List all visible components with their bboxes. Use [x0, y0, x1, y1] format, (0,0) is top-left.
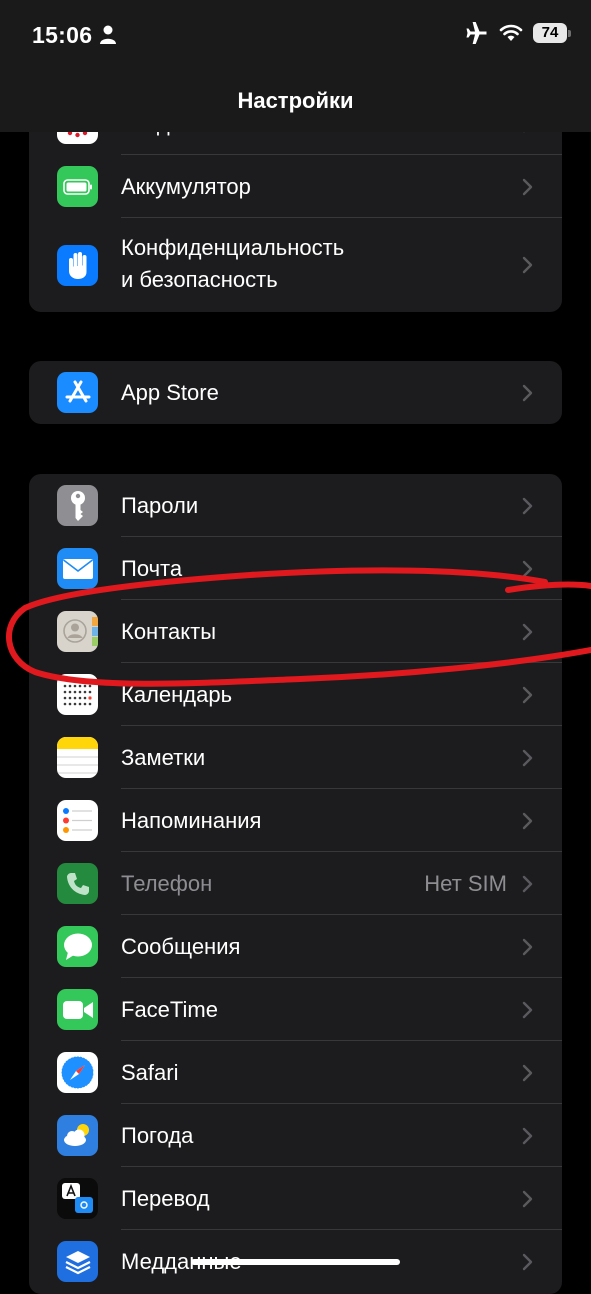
translate-icon [57, 1178, 98, 1219]
health-records-icon [57, 1241, 98, 1282]
privacy-label-line1: Конфиденциальность [121, 235, 345, 260]
chevron-right-icon [522, 384, 533, 401]
settings-row-facetime[interactable]: FaceTime [29, 978, 562, 1041]
navigation-bar: Настройки [0, 70, 591, 132]
phone-icon [57, 863, 98, 904]
airplane-mode-icon [466, 22, 487, 44]
chevron-right-icon [522, 623, 533, 640]
chevron-right-icon [522, 1253, 533, 1270]
envelope-icon [57, 548, 98, 589]
reminders-icon [57, 800, 98, 841]
settings-row-label: Safari [121, 1059, 179, 1085]
weather-icon [57, 1115, 98, 1156]
settings-row-label: FaceTime [121, 996, 218, 1022]
settings-row-label: App Store [121, 379, 219, 405]
settings-row-label: Почта [121, 555, 183, 581]
notes-icon [57, 737, 98, 778]
chevron-right-icon [522, 1190, 533, 1207]
settings-row-notes[interactable]: Заметки [29, 726, 562, 789]
battery-icon [57, 166, 98, 207]
home-indicator[interactable] [191, 1259, 400, 1265]
settings-row-label: Напоминания [121, 807, 262, 833]
hand-icon [57, 244, 98, 286]
settings-row-label: Заметки [121, 744, 206, 770]
settings-row-label: Конфиденциальность и безопасность [121, 232, 512, 296]
contacts-icon [57, 611, 98, 652]
chevron-right-icon [522, 1127, 533, 1144]
chevron-right-icon [522, 178, 533, 195]
page-title: Настройки [237, 88, 354, 113]
app-store-icon [57, 372, 98, 413]
status-bar: 15:06 74 [0, 0, 591, 70]
chevron-right-icon [522, 560, 533, 577]
chevron-right-icon [522, 1001, 533, 1018]
person-icon [100, 25, 116, 44]
settings-row-phone[interactable]: Телефон Нет SIM [29, 852, 562, 915]
wifi-icon [499, 24, 523, 41]
settings-row-privacy[interactable]: Конфиденциальность и безопасность [29, 218, 562, 312]
phone-sim-status: Нет SIM [424, 870, 507, 896]
chevron-right-icon [522, 812, 533, 829]
settings-row-battery[interactable]: Аккумулятор [29, 155, 562, 218]
compass-icon [57, 1052, 98, 1093]
chevron-right-icon [522, 749, 533, 766]
settings-row-weather[interactable]: Погода [29, 1104, 562, 1167]
battery-indicator: 74 [533, 23, 571, 43]
settings-group-app-store: App Store [29, 361, 562, 424]
settings-row-app-store[interactable]: App Store [29, 361, 562, 424]
video-camera-icon [57, 989, 98, 1030]
settings-row-messages[interactable]: Сообщения [29, 915, 562, 978]
settings-row-safari[interactable]: Safari [29, 1041, 562, 1104]
status-time: 15:06 [32, 22, 93, 48]
privacy-label-line2: и безопасность [121, 267, 278, 292]
settings-row-calendar[interactable]: Календарь [29, 663, 562, 726]
settings-row-label: Перевод [121, 1185, 210, 1211]
settings-group-apps: Пароли Почта Контакты Календарь Заметки … [29, 474, 562, 1294]
settings-row-reminders[interactable]: Напоминания [29, 789, 562, 852]
chevron-right-icon [522, 875, 533, 892]
settings-row-label: Погода [121, 1122, 194, 1148]
chevron-right-icon [522, 497, 533, 514]
settings-row-mail[interactable]: Почта [29, 537, 562, 600]
settings-row-passwords[interactable]: Пароли [29, 474, 562, 537]
speech-bubble-icon [57, 926, 98, 967]
chevron-right-icon [522, 938, 533, 955]
chevron-right-icon [522, 256, 533, 274]
settings-row-contacts[interactable]: Контакты [29, 600, 562, 663]
settings-row-label: Пароли [121, 492, 199, 518]
settings-row-label: Контакты [121, 618, 217, 644]
chevron-right-icon [522, 686, 533, 703]
settings-row-translate[interactable]: Перевод [29, 1167, 562, 1230]
chevron-right-icon [522, 1064, 533, 1081]
settings-row-label: Сообщения [121, 933, 241, 959]
settings-row-label: Календарь [121, 681, 233, 707]
key-icon [57, 485, 98, 526]
settings-row-label: Аккумулятор [121, 173, 251, 199]
calendar-icon [57, 674, 98, 715]
